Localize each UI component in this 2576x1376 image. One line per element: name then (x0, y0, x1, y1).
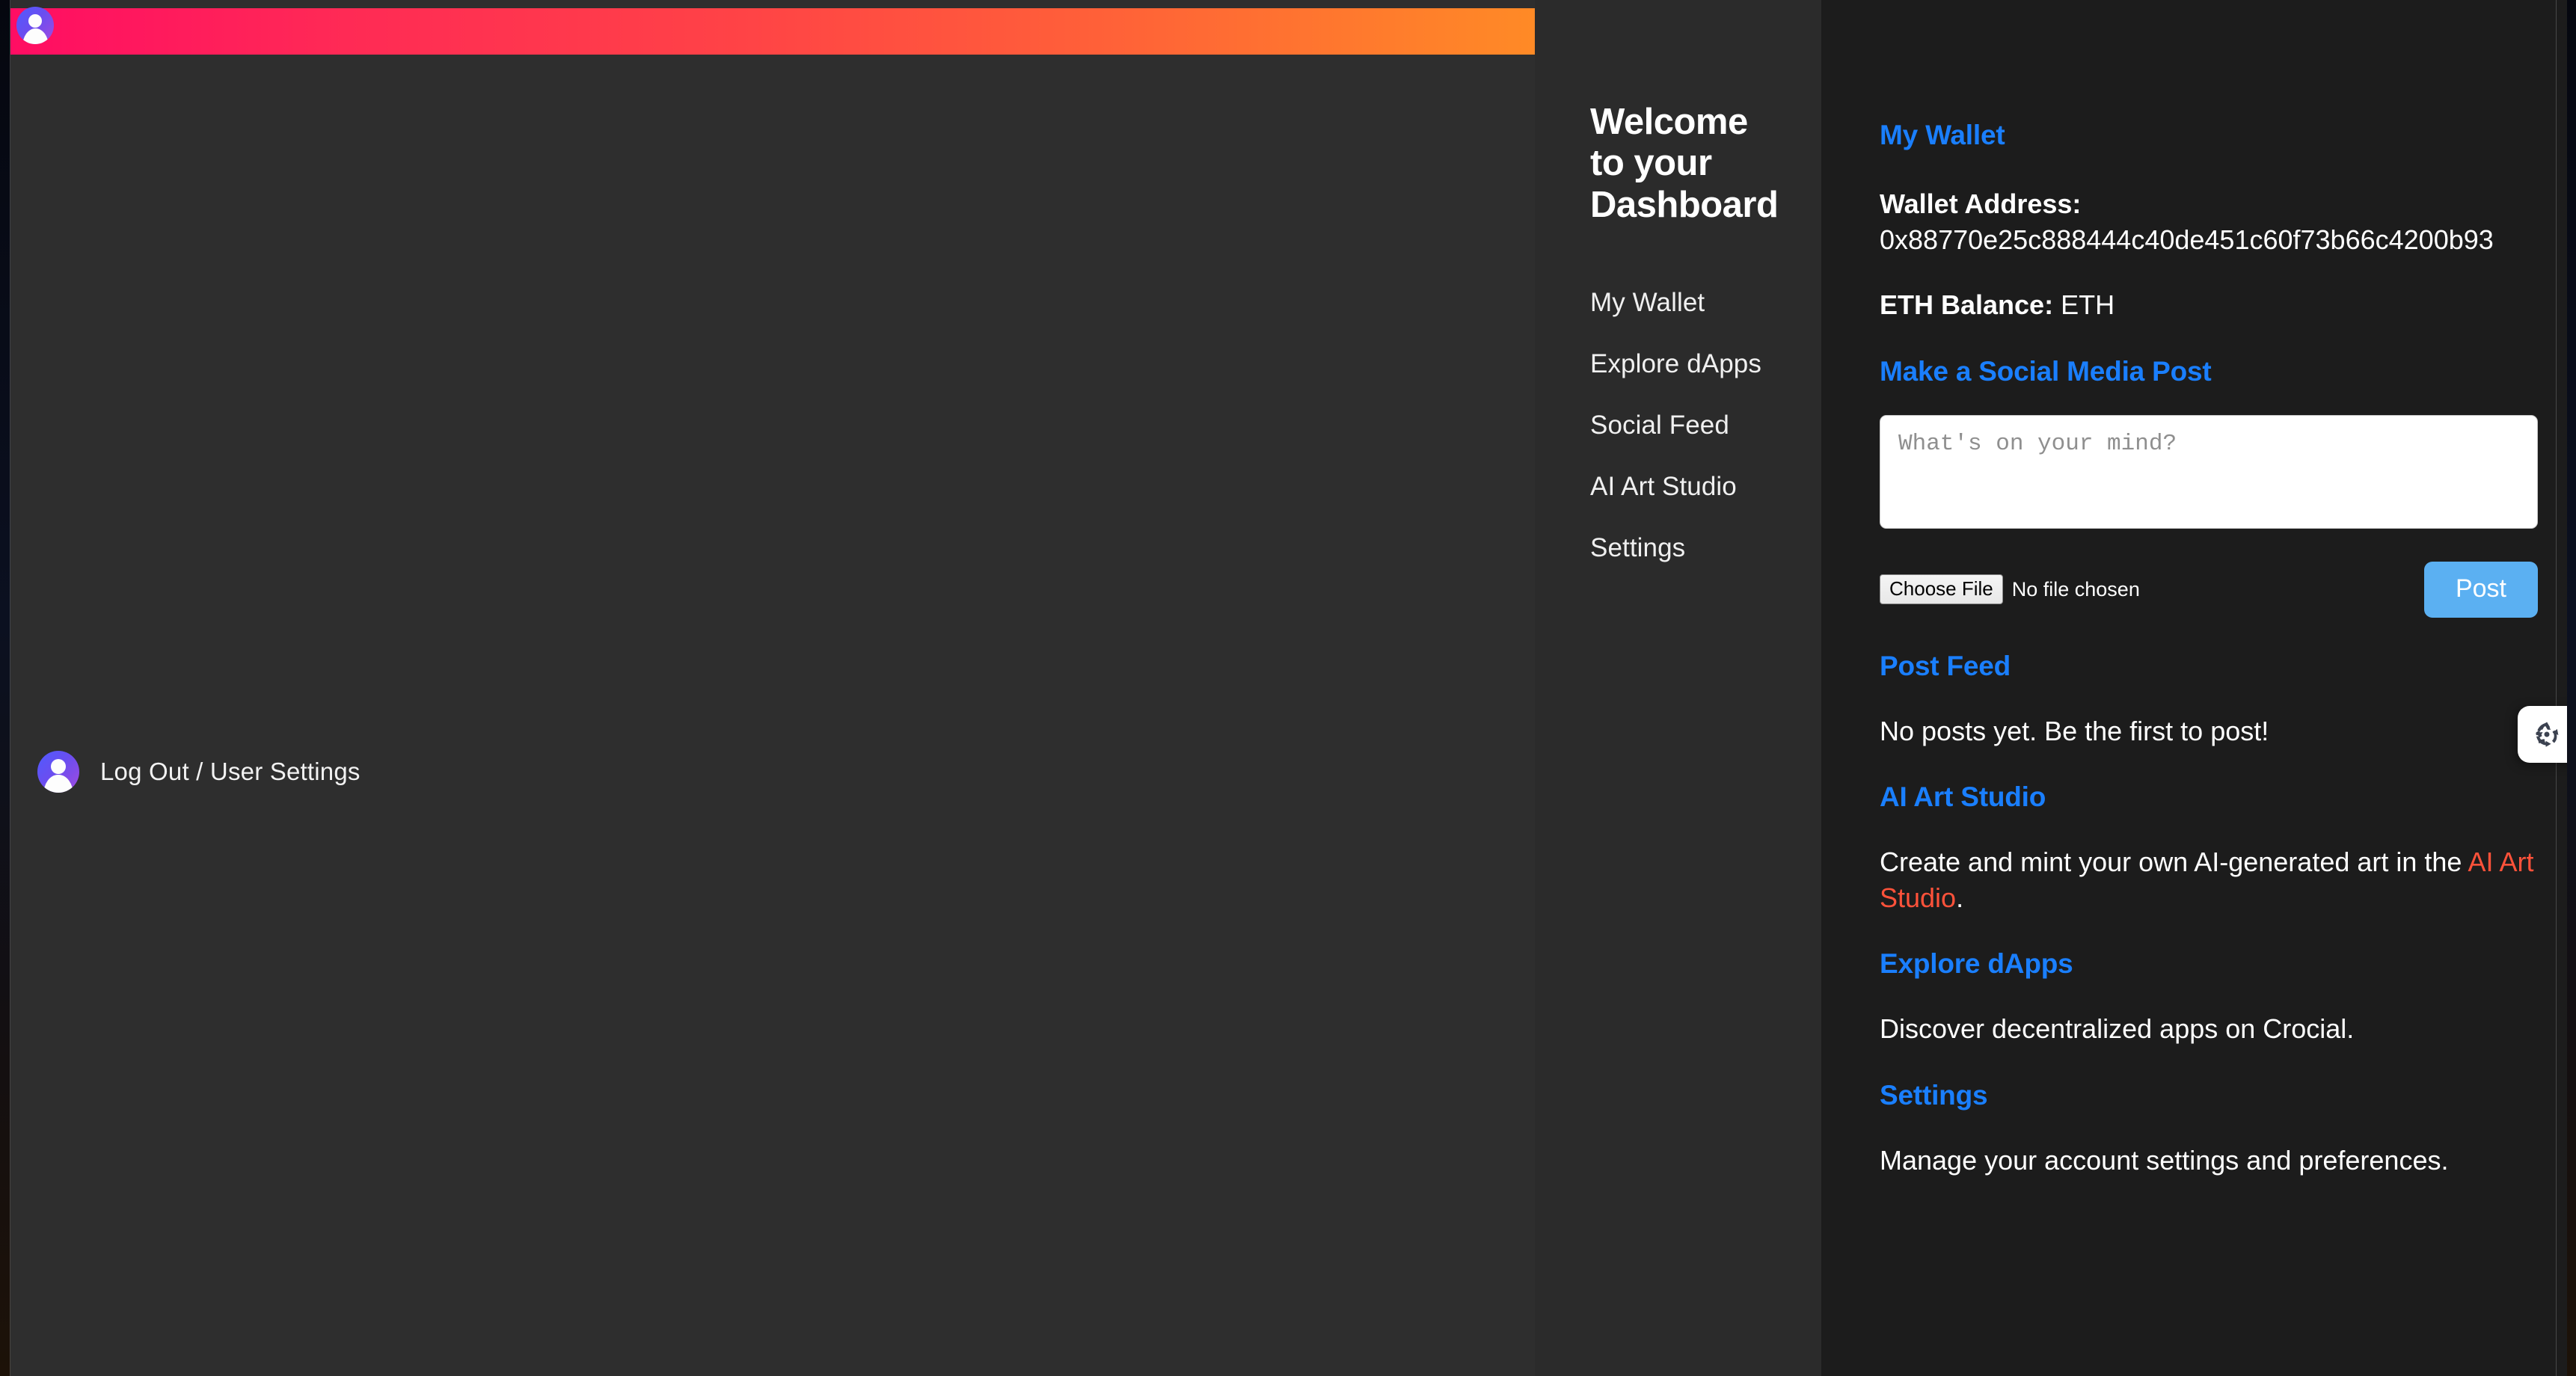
section-heading-settings: Settings (1880, 1079, 1988, 1111)
log-out-user-settings-label[interactable]: Log Out / User Settings (100, 758, 361, 786)
viewport-right-edge (2556, 0, 2557, 1376)
recycle-arrows-icon (2536, 722, 2559, 747)
settings-description: Manage your account settings and prefere… (1880, 1144, 2449, 1176)
section-heading-post-feed: Post Feed (1880, 650, 2011, 681)
post-button[interactable]: Post (2424, 561, 2538, 618)
sidebar-nav: My Wallet Explore dApps Social Feed AI A… (1590, 288, 1821, 563)
user-menu-row[interactable]: Log Out / User Settings (37, 751, 361, 793)
dashboard-content-panel: My Wallet Wallet Address: 0x88770e25c888… (1821, 0, 2567, 1376)
file-upload-input[interactable]: Choose File No file chosen (1880, 574, 2140, 605)
ai-art-studio-description: Create and mint your own AI-generated ar… (1880, 844, 2539, 915)
user-avatar-icon[interactable] (37, 751, 79, 793)
post-feed-empty-message: No posts yet. Be the first to post! (1880, 715, 2269, 746)
wallet-address-label: Wallet Address: (1880, 188, 2082, 219)
user-avatar-icon[interactable] (16, 7, 54, 44)
sidebar-item-explore-dapps[interactable]: Explore dApps (1590, 349, 1761, 379)
dashboard-welcome-title: Welcome to your Dashboard (1590, 102, 1779, 225)
browser-viewport: Log Out / User Settings Welcome to your … (10, 0, 2567, 1376)
eth-balance-value: ETH (2061, 289, 2115, 321)
banner-gradient (10, 8, 1535, 55)
choose-file-button[interactable]: Choose File (1880, 574, 2003, 605)
section-heading-ai-art-studio: AI Art Studio (1880, 781, 2046, 813)
wallet-address-value: 0x88770e25c888444c40de451c60f73b66c4200b… (1880, 224, 2494, 255)
section-heading-explore-dapps: Explore dApps (1880, 948, 2073, 980)
section-heading-make-a-social-media-post: Make a Social Media Post (1880, 355, 2212, 387)
dashboard-sidebar: Welcome to your Dashboard My Wallet Expl… (1535, 0, 1821, 1376)
ai-art-studio-description-suffix: . (1956, 882, 1964, 913)
explore-dapps-description: Discover decentralized apps on Crocial. (1880, 1013, 2355, 1045)
sidebar-inner: Welcome to your Dashboard My Wallet Expl… (1535, 0, 1821, 563)
sidebar-item-ai-art-studio[interactable]: AI Art Studio (1590, 472, 1737, 502)
eth-balance-label: ETH Balance: (1880, 289, 2054, 321)
sidebar-item-my-wallet[interactable]: My Wallet (1590, 288, 1705, 318)
profile-banner (10, 8, 1535, 55)
post-textarea-placeholder: What's on your mind? (1898, 430, 2177, 457)
section-heading-my-wallet: My Wallet (1880, 120, 2005, 150)
post-textarea[interactable]: What's on your mind? (1880, 414, 2538, 529)
recycle-arrows-widget-button[interactable] (2518, 706, 2567, 763)
sidebar-item-settings[interactable]: Settings (1590, 533, 1685, 563)
eth-balance-block: ETH Balance: ETH (1880, 287, 2539, 323)
wallet-address-block: Wallet Address: 0x88770e25c888444c40de45… (1880, 186, 2539, 257)
ai-art-studio-description-prefix: Create and mint your own AI-generated ar… (1880, 847, 2468, 878)
avatar-head-shape (28, 14, 42, 28)
content-inner: My Wallet Wallet Address: 0x88770e25c888… (1821, 0, 2567, 1178)
main-content-area: Log Out / User Settings (10, 0, 1535, 1376)
post-controls-row: Choose File No file chosen Post (1880, 561, 2538, 618)
file-chosen-status: No file chosen (2011, 577, 2140, 601)
avatar-body-shape (22, 28, 49, 44)
avatar-body-shape (43, 775, 73, 793)
avatar-head-shape (50, 759, 67, 775)
sidebar-item-social-feed[interactable]: Social Feed (1590, 411, 1729, 440)
